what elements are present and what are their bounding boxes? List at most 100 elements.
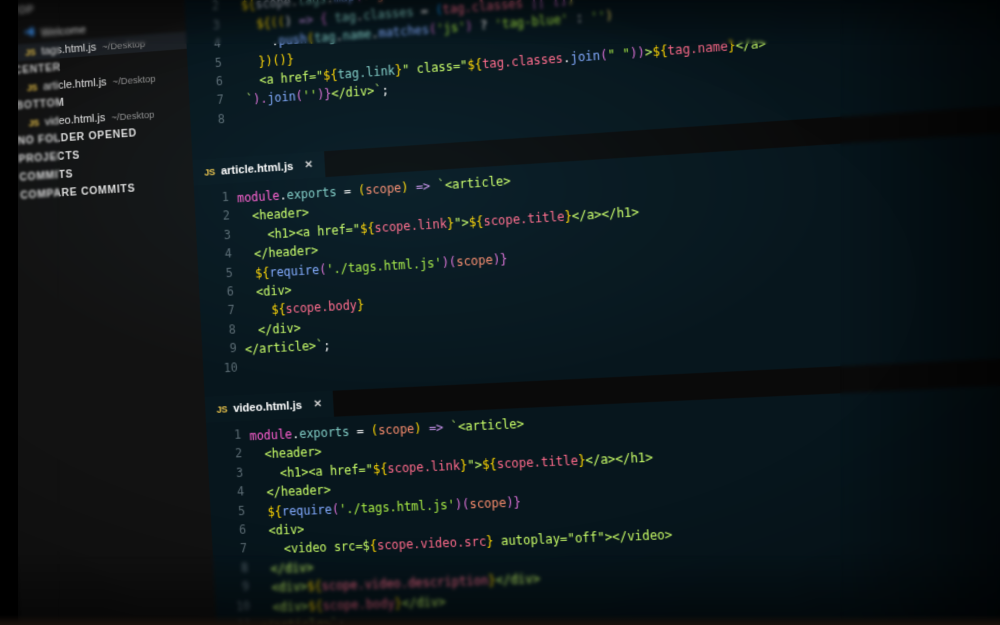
code-token: )}	[492, 251, 508, 267]
code-token: ${	[267, 503, 283, 519]
line-number: 2	[222, 208, 231, 224]
code-token: `	[231, 92, 254, 109]
sidebar-file-name: tags.html.js	[40, 40, 97, 58]
code-token: ${	[270, 302, 286, 318]
chevron-right-icon: ▶	[6, 174, 14, 183]
code-token: ${	[240, 0, 256, 14]
line-number: 4	[224, 246, 233, 262]
code-token: ||	[529, 0, 546, 10]
code-token: <div>	[268, 522, 305, 538]
line-number: 5	[225, 265, 234, 280]
code-token: classes	[362, 4, 414, 23]
perspective-wrapper: EXPLORER ▶OPEN EDITORSTOPWelcomeJStags.h…	[0, 0, 1000, 625]
code-token: './tags.html.js'	[325, 255, 443, 277]
code-token: tag.link	[337, 63, 396, 82]
code-token: =>	[415, 178, 431, 195]
code-token: scope.video.src	[376, 534, 487, 554]
line-number: 3	[212, 17, 221, 33]
close-icon[interactable]: ✕	[304, 159, 313, 171]
explorer-sidebar: EXPLORER ▶OPEN EDITORSTOPWelcomeJStags.h…	[0, 0, 220, 625]
code-token: autoplay="off"></video>	[493, 527, 673, 550]
sidebar-section-label: COMMITS	[19, 168, 74, 184]
code-token: scope	[455, 252, 494, 269]
code-token: }	[356, 297, 365, 313]
code-token: ${	[481, 456, 498, 472]
vscode-window: EXPLORER ▶OPEN EDITORSTOPWelcomeJStags.h…	[0, 0, 1000, 625]
line-number: 10	[223, 359, 239, 375]
code-line: </article>`;	[245, 336, 331, 359]
code-token: </div>	[257, 320, 302, 338]
code-token: `	[429, 177, 446, 194]
code-token: )(	[441, 254, 457, 270]
code-token: =	[336, 183, 359, 200]
tab-label: video.html.js	[232, 398, 303, 415]
close-icon[interactable]: ✕	[313, 399, 322, 411]
line-number: 8	[240, 560, 249, 576]
code-token: scope.title	[496, 452, 579, 472]
code-token: <h1><a href="	[279, 461, 374, 481]
code-token: scope	[377, 421, 415, 438]
code-token: </a>	[735, 36, 767, 54]
code-token: ${	[652, 43, 668, 60]
code-token: module	[249, 426, 293, 444]
line-number: 6	[215, 73, 224, 89]
sidebar-file-name: article.html.js	[42, 75, 107, 93]
code-token: ?	[472, 17, 496, 34]
code-token: scope	[469, 494, 507, 512]
code-token: ${	[372, 461, 388, 477]
code-token: tag	[362, 0, 384, 4]
line-number: 7	[239, 541, 248, 556]
code-token: )}	[316, 86, 332, 103]
code-token: tag	[313, 29, 336, 46]
code-token: ''	[302, 87, 318, 104]
code-token: " "	[607, 46, 631, 63]
code-token: ).	[252, 91, 268, 107]
code-token: ;	[381, 82, 390, 98]
code-token: )	[567, 0, 575, 7]
code-token: (	[355, 0, 363, 4]
editor-stack: WelcomeJStags.html.js✕ 12345678 module.e…	[181, 0, 1000, 625]
line-number: 1	[233, 427, 242, 442]
code-token: )(	[454, 496, 470, 512]
code-line: </div>	[256, 558, 314, 579]
line-number: 6	[238, 522, 247, 537]
code-token: tag.classes	[481, 50, 564, 72]
js-file-icon: JS	[216, 403, 228, 415]
sidebar-section-label: PROJECTS	[18, 149, 81, 166]
code-token: <article>	[444, 173, 512, 193]
code-token: </div>	[495, 571, 541, 588]
code-token: )	[605, 8, 614, 24]
chevron-right-icon: ▶	[6, 156, 13, 164]
code-token: ''	[590, 8, 606, 25]
line-number: 8	[228, 321, 237, 337]
code-line: <video src=${scope.video.src} autoplay="…	[255, 526, 673, 560]
code-line: </article>`;	[259, 615, 346, 625]
screenshot-root: EXPLORER ▶OPEN EDITORSTOPWelcomeJStags.h…	[0, 0, 1000, 625]
code-token: './tags.html.js'	[338, 496, 456, 517]
code-token: require	[269, 262, 320, 280]
line-number: 6	[226, 284, 235, 299]
line-number: 10	[235, 598, 251, 614]
code-token: )}	[505, 494, 522, 510]
line-number: 7	[227, 302, 236, 318]
code-token: {	[312, 11, 328, 27]
code-token: =	[348, 423, 372, 439]
sidebar-file-path: ~/Desktop	[101, 38, 146, 53]
code-token: map	[333, 0, 355, 6]
code-token: :	[567, 10, 591, 27]
code-token: exports	[298, 424, 350, 442]
line-number: 3	[223, 227, 232, 243]
line-number: 2	[211, 0, 220, 14]
code-token: scope	[364, 180, 402, 198]
